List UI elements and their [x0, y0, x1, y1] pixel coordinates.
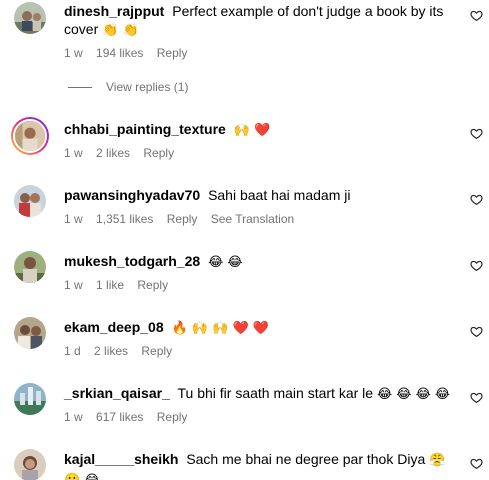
avatar[interactable] — [14, 2, 46, 34]
heart-outline-icon — [470, 458, 483, 469]
like-button[interactable] — [470, 127, 483, 140]
avatar-image — [14, 383, 46, 415]
comment-meta: 1 d 2 likes Reply — [64, 343, 182, 359]
comment-username[interactable]: pawansinghyadav70 — [64, 187, 200, 203]
heart-outline-icon — [470, 194, 483, 205]
like-button[interactable] — [470, 193, 483, 206]
comment-username[interactable]: _srkian_qaisar_ — [64, 385, 170, 401]
comment-text: Sahi baat hai madam ji — [208, 187, 351, 203]
reply-button[interactable]: Reply — [157, 410, 188, 424]
comment-emojis: 😂 😂 — [208, 255, 243, 270]
comment-username[interactable]: dinesh_rajpput — [64, 3, 164, 19]
avatar[interactable] — [11, 117, 49, 155]
comment-meta: 1 w 2 likes Reply — [64, 145, 184, 161]
like-button[interactable] — [470, 9, 483, 22]
reply-button[interactable]: Reply — [137, 278, 168, 292]
comment-body: kajal_____sheikh Sach me bhai ne degree … — [64, 450, 464, 480]
like-button[interactable] — [470, 391, 483, 404]
avatar[interactable] — [14, 185, 46, 217]
comment-body: chhabi_painting_texture 🙌 ❤️ — [64, 120, 464, 140]
avatar-image — [14, 2, 46, 34]
heart-outline-icon — [470, 260, 483, 271]
comment-likes[interactable]: 1,351 likes — [96, 212, 153, 226]
heart-outline-icon — [470, 10, 483, 21]
avatar-image — [14, 317, 46, 349]
like-button[interactable] — [470, 259, 483, 272]
comment-text: Sach me bhai ne degree par thok Diya — [186, 451, 426, 467]
comment-emojis: 😂 😂 😂 😂 — [376, 387, 451, 402]
comment-username[interactable]: ekam_deep_08 — [64, 319, 164, 335]
comment-body: pawansinghyadav70 Sahi baat hai madam ji — [64, 186, 464, 204]
see-translation-button[interactable]: See Translation — [211, 212, 294, 226]
comment-meta: 1 w 1 like Reply — [64, 277, 178, 293]
avatar-image — [15, 121, 45, 151]
comment-body: ekam_deep_08 🔥 🙌 🙌 ❤️ ❤️ — [64, 318, 464, 338]
comment-time: 1 w — [64, 410, 83, 424]
comment-time: 1 w — [64, 146, 83, 160]
reply-button[interactable]: Reply — [157, 46, 188, 60]
avatar[interactable] — [14, 383, 46, 415]
comment-emojis: 👏 👏 — [102, 23, 139, 38]
avatar-image — [14, 449, 46, 480]
heart-outline-icon — [470, 128, 483, 139]
comment-time: 1 w — [64, 212, 83, 226]
comment-username[interactable]: kajal_____sheikh — [64, 451, 178, 467]
comment-emojis: 🔥 🙌 🙌 ❤️ ❤️ — [171, 321, 269, 336]
comment-body: dinesh_rajpput Perfect example of don't … — [64, 2, 464, 40]
comment-meta: 1 w 1,351 likes Reply See Translation — [64, 211, 304, 227]
comment-text: Tu bhi fir saath main start kar le — [177, 385, 374, 401]
heart-outline-icon — [470, 392, 483, 403]
comment-time: 1 w — [64, 46, 83, 60]
comment-likes[interactable]: 617 likes — [96, 410, 143, 424]
comment-time: 1 w — [64, 278, 83, 292]
like-button[interactable] — [470, 325, 483, 338]
view-replies-button[interactable]: View replies (1) — [68, 80, 188, 94]
comment-emojis: 🙌 ❤️ — [233, 123, 271, 138]
comment-username[interactable]: chhabi_painting_texture — [64, 121, 226, 137]
reply-button[interactable]: Reply — [167, 212, 198, 226]
heart-outline-icon — [470, 326, 483, 337]
avatar-image-wrap — [13, 119, 47, 153]
comment-body: _srkian_qaisar_ Tu bhi fir saath main st… — [64, 384, 464, 404]
reply-button[interactable]: Reply — [143, 146, 174, 160]
comment-likes[interactable]: 2 likes — [96, 146, 130, 160]
avatar[interactable] — [14, 449, 46, 480]
avatar[interactable] — [14, 251, 46, 283]
reply-button[interactable]: Reply — [141, 344, 172, 358]
replies-divider — [68, 87, 92, 89]
comment-likes[interactable]: 2 likes — [94, 344, 128, 358]
comment-likes[interactable]: 194 likes — [96, 46, 143, 60]
comment-likes[interactable]: 1 like — [96, 278, 124, 292]
comment-meta: 1 w 194 likes Reply — [64, 45, 197, 61]
comments-list: dinesh_rajpput Perfect example of don't … — [0, 0, 489, 480]
avatar-image — [14, 251, 46, 283]
comment-meta: 1 w 617 likes Reply — [64, 409, 197, 425]
comment-time: 1 d — [64, 344, 81, 358]
like-button[interactable] — [470, 457, 483, 470]
view-replies-label: View replies (1) — [106, 80, 189, 94]
comment-body: mukesh_todgarh_28 😂 😂 — [64, 252, 464, 272]
avatar-image — [14, 185, 46, 217]
avatar[interactable] — [14, 317, 46, 349]
comment-username[interactable]: mukesh_todgarh_28 — [64, 253, 200, 269]
